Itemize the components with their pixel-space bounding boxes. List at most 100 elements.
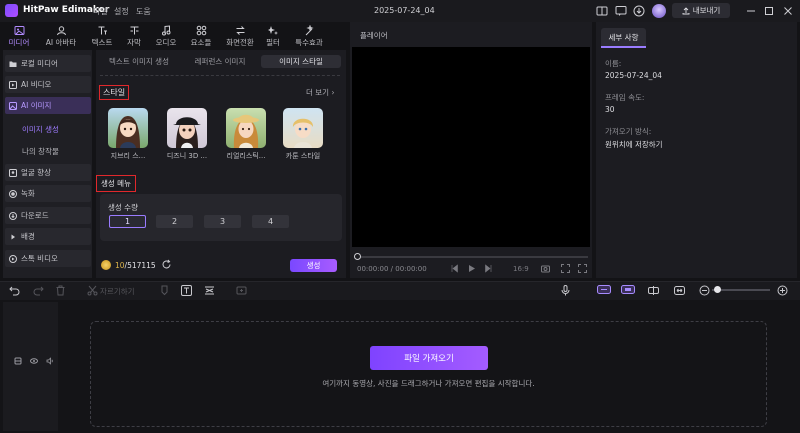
previous-frame-icon[interactable]: [450, 264, 459, 273]
magnet-snap-icon[interactable]: [597, 284, 611, 295]
prop-label-import-mode: 가져오기 방식:: [605, 127, 652, 136]
auto-cut-icon[interactable]: [204, 285, 215, 296]
track-lock-icon[interactable]: [14, 357, 22, 365]
gen-settings-title: 생성 메뉴: [96, 175, 136, 192]
tab-underline: [601, 46, 646, 48]
style-card-cartoon[interactable]: [283, 108, 323, 148]
export-icon: [682, 6, 690, 14]
feedback-icon[interactable]: [615, 5, 627, 17]
progress-handle[interactable]: [354, 253, 361, 260]
track-visibility-icon[interactable]: [30, 357, 38, 365]
tab-details[interactable]: 세부 사항: [601, 28, 646, 46]
snapshot-icon[interactable]: [541, 264, 550, 273]
sidebar-item-stock-video[interactable]: 스톡 비디오: [5, 250, 91, 267]
count-button-3[interactable]: 3: [204, 215, 241, 228]
sidebar-item-label: AI 이미지: [21, 101, 52, 110]
import-file-button[interactable]: 파일 가져오기: [370, 346, 488, 370]
aspect-ratio-select[interactable]: 16:9: [513, 265, 529, 273]
count-button-1[interactable]: 1: [109, 215, 146, 228]
effects-icon: [304, 25, 315, 36]
tab-label: 텍스트: [91, 38, 113, 47]
sidebar-sub-image-generation[interactable]: 이미지 생성: [22, 124, 59, 135]
sidebar-item-local-media[interactable]: 로컬 미디어: [5, 55, 91, 72]
menu-file[interactable]: 파일: [93, 6, 108, 17]
tab-effects[interactable]: 특수효과: [294, 22, 324, 48]
credit-balance: 10/517115: [115, 261, 156, 270]
zoom-out-icon[interactable]: [699, 285, 710, 296]
text-tool-icon[interactable]: [181, 285, 192, 296]
folder-icon: [9, 60, 17, 68]
disney-girl-image: [173, 117, 201, 148]
sidebar-item-ai-video[interactable]: AI 비디오: [5, 76, 91, 93]
count-button-4[interactable]: 4: [252, 215, 289, 228]
fit-timeline-icon[interactable]: [674, 285, 685, 296]
progress-track[interactable]: [356, 256, 588, 258]
delete-icon[interactable]: [55, 285, 66, 296]
screenshot-icon[interactable]: [236, 285, 247, 296]
style-card-ghibli[interactable]: [108, 108, 148, 148]
scissors-icon[interactable]: [87, 285, 98, 296]
redo-icon[interactable]: [33, 285, 44, 296]
sidebar-sub-my-creations[interactable]: 나의 창작물: [22, 146, 59, 157]
marker-icon[interactable]: [159, 285, 170, 296]
sidebar-item-face-enhance[interactable]: 얼굴 향상: [5, 164, 91, 181]
avatar-icon: [56, 25, 67, 36]
tab-subtitle[interactable]: 자막: [119, 22, 149, 48]
subtab-reference-image[interactable]: 레퍼런스 이미지: [180, 55, 260, 68]
sidebar-item-download[interactable]: 다운로드: [5, 207, 91, 224]
tab-transition[interactable]: 화면전환: [225, 22, 255, 48]
count-button-2[interactable]: 2: [156, 215, 193, 228]
chevron-right-icon: ›: [331, 88, 335, 97]
split-track-icon[interactable]: [648, 285, 659, 296]
media-panel: [96, 50, 346, 278]
sidebar-item-background[interactable]: 배경: [5, 228, 91, 245]
menu-settings[interactable]: 설정: [114, 6, 129, 17]
filter-icon: [267, 25, 279, 36]
fit-screen-icon[interactable]: [561, 264, 570, 273]
tab-ai-avatar[interactable]: AI 아바타: [46, 22, 76, 48]
tab-label: 특수효과: [295, 38, 323, 47]
tab-text[interactable]: 텍스트: [87, 22, 117, 48]
close-icon[interactable]: [782, 5, 794, 17]
next-frame-icon[interactable]: [484, 264, 493, 273]
zoom-slider-handle[interactable]: [714, 286, 721, 293]
menu-help[interactable]: 도움: [136, 6, 151, 17]
user-avatar[interactable]: [652, 4, 666, 18]
sidebar-item-label: 배경: [21, 232, 35, 241]
undo-icon[interactable]: [9, 285, 20, 296]
divider: [100, 75, 340, 76]
ghibli-girl-image: [116, 116, 140, 148]
sidebar-item-ai-image[interactable]: AI 이미지: [5, 97, 91, 114]
tab-media[interactable]: 미디어: [4, 22, 34, 48]
minimize-icon[interactable]: [745, 5, 757, 17]
background-icon: [9, 233, 17, 241]
subtab-image-style[interactable]: 이미지 스타일: [261, 55, 341, 68]
fullscreen-icon[interactable]: [578, 264, 587, 273]
generate-button[interactable]: 생성: [290, 259, 337, 272]
tab-elements[interactable]: 요소들: [186, 22, 216, 48]
export-button[interactable]: 내보내기: [672, 3, 730, 18]
refresh-icon[interactable]: [161, 259, 172, 270]
tab-filter[interactable]: 필터: [258, 22, 288, 48]
download-update-icon[interactable]: [633, 5, 645, 17]
record-icon: [9, 189, 17, 198]
style-card-realistic[interactable]: [226, 108, 266, 148]
tab-audio[interactable]: 오디오: [151, 22, 181, 48]
sidebar-item-record[interactable]: 녹화: [5, 185, 91, 202]
ai-video-icon: [9, 80, 17, 89]
zoom-in-icon[interactable]: [777, 285, 788, 296]
more-link[interactable]: 더 보기 ›: [306, 87, 334, 98]
maximize-icon[interactable]: [763, 5, 775, 17]
drop-zone[interactable]: [90, 321, 767, 427]
microphone-icon[interactable]: [560, 285, 571, 296]
tab-label: 미디어: [8, 38, 30, 47]
play-icon[interactable]: [467, 264, 476, 273]
transition-icon: [235, 25, 246, 36]
sidebar-item-label: 다운로드: [21, 211, 49, 220]
style-card-disney-3d[interactable]: [167, 108, 207, 148]
link-clips-icon[interactable]: [621, 284, 635, 295]
track-mute-icon[interactable]: [46, 357, 54, 365]
layout-icon[interactable]: [596, 5, 608, 17]
prop-value-frame-rate: 30: [605, 105, 615, 114]
subtab-text-to-image[interactable]: 텍스트 이미지 생성: [99, 55, 179, 68]
